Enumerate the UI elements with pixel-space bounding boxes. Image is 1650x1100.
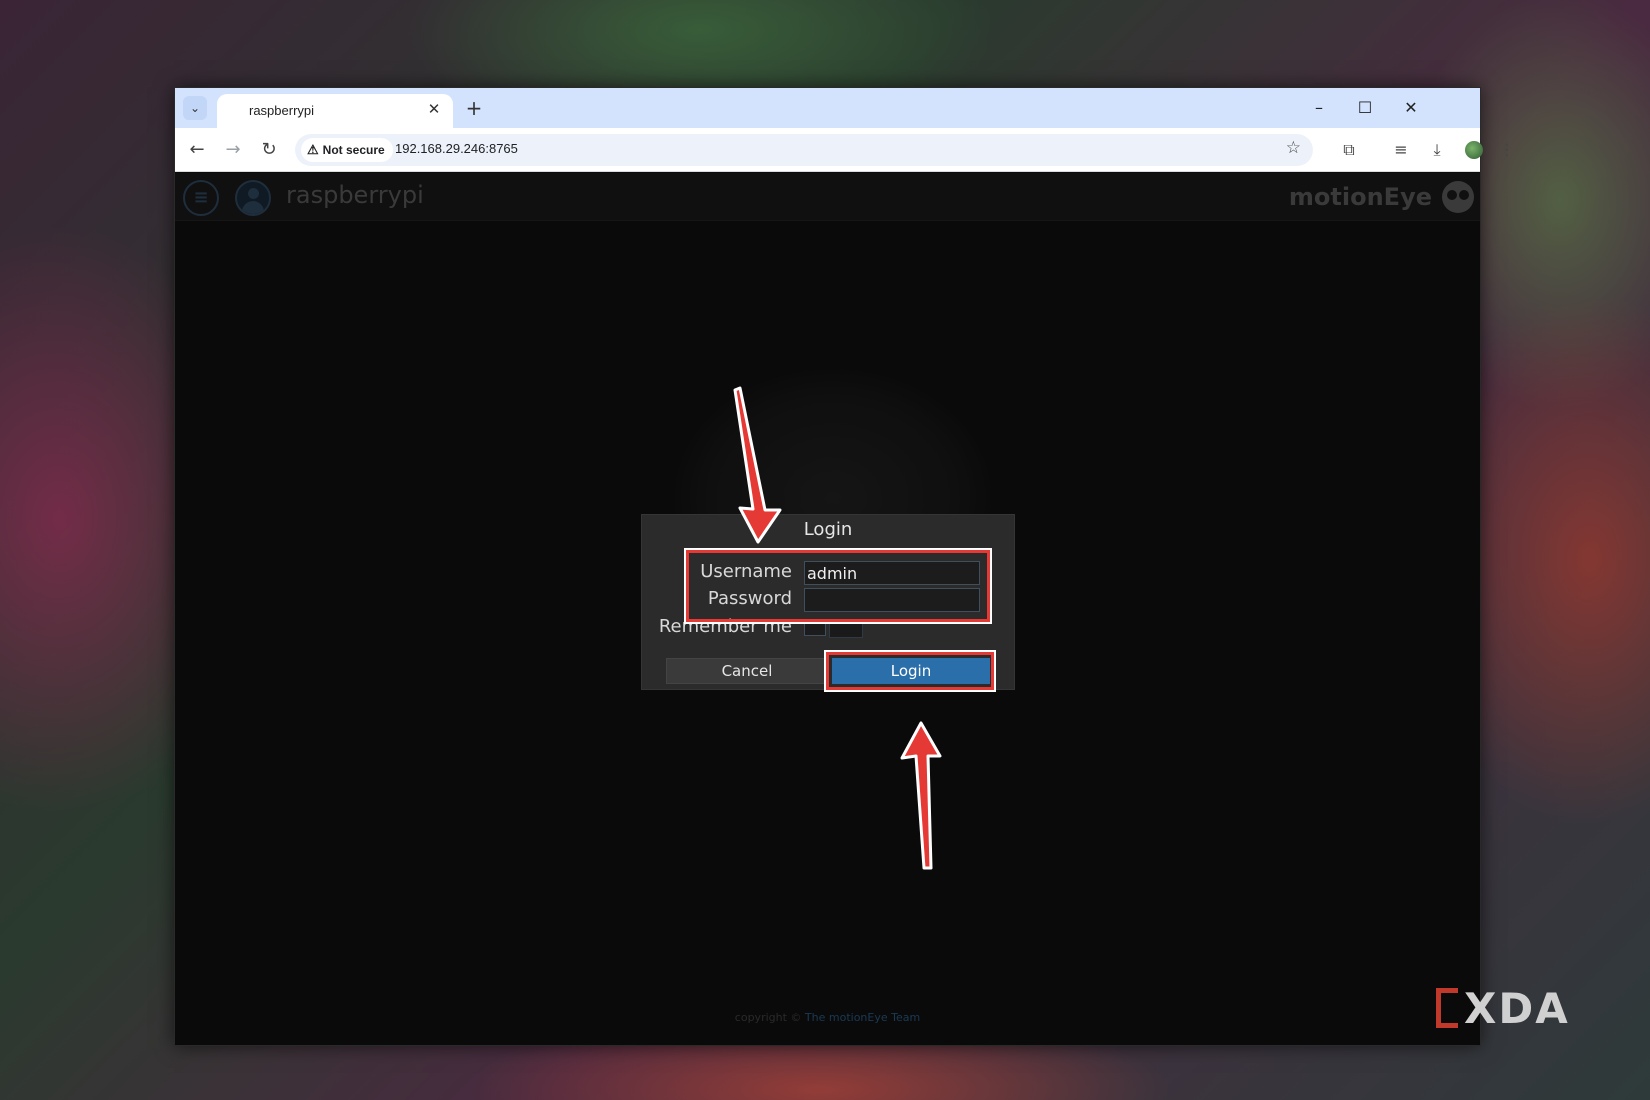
star-icon[interactable]: ☆	[1286, 138, 1301, 158]
dialog-title: Login	[803, 519, 853, 540]
extensions-icon[interactable]: ⧉	[1335, 136, 1363, 164]
tab-title: raspberrypi	[249, 103, 315, 118]
password-label: Password	[707, 588, 792, 609]
copyright-link[interactable]: The motionEye Team	[805, 1011, 920, 1024]
download-icon[interactable]: ⤓	[1423, 136, 1451, 164]
login-dialog: Login Username Password Remember me Canc…	[641, 514, 1015, 692]
maximize-icon[interactable]: ☐	[1345, 94, 1385, 122]
address-bar[interactable]: ⚠ Not secure 192.168.29.246:8765 ☆	[295, 134, 1313, 166]
tab-search-icon[interactable]: ⌄	[183, 96, 207, 120]
back-icon[interactable]: ←	[183, 136, 211, 164]
warning-icon: ⚠	[307, 142, 319, 157]
tab-close-icon[interactable]: ✕	[425, 101, 443, 119]
user-icon[interactable]	[235, 180, 271, 216]
password-input[interactable]	[804, 588, 980, 612]
remember-me-label: Remember me	[658, 616, 792, 637]
cancel-button[interactable]: Cancel	[666, 658, 828, 684]
forward-icon[interactable]: →	[219, 136, 247, 164]
url-text[interactable]: 192.168.29.246:8765	[395, 141, 518, 156]
watermark-text: XDA	[1464, 983, 1570, 1033]
new-tab-button[interactable]: +	[461, 95, 487, 121]
browser-toolbar: ← → ↻ ⚠ Not secure 192.168.29.246:8765 ☆…	[175, 128, 1515, 172]
xda-bracket-icon	[1436, 988, 1458, 1028]
motioneye-page: ≡ raspberrypi motionEye Login Username P…	[175, 173, 1480, 1045]
login-button[interactable]: Login	[832, 658, 990, 684]
host-title: raspberrypi	[286, 181, 424, 209]
username-label: Username	[700, 561, 792, 582]
motioneye-owl-icon	[1442, 181, 1474, 213]
browser-window: ⌄ raspberrypi ✕ + – ☐ ✕ ← → ↻ ⚠ Not secu…	[174, 87, 1515, 1046]
xda-watermark: XDA	[1436, 983, 1570, 1033]
copyright-footer: copyright © The motionEye Team	[175, 1011, 1480, 1024]
username-input[interactable]	[804, 561, 980, 585]
minimize-icon[interactable]: –	[1299, 94, 1339, 122]
copyright-text: copyright ©	[734, 1011, 802, 1024]
profile-icon[interactable]	[1465, 141, 1483, 159]
remember-me-checkbox[interactable]	[804, 620, 863, 638]
close-window-icon[interactable]: ✕	[1391, 94, 1431, 122]
tab-raspberrypi[interactable]: raspberrypi ✕	[217, 94, 453, 128]
tab-strip: ⌄ raspberrypi ✕ + – ☐ ✕	[175, 88, 1480, 128]
hamburger-menu-icon[interactable]: ≡	[183, 180, 219, 216]
security-chip[interactable]: ⚠ Not secure	[301, 138, 393, 162]
app-header: ≡ raspberrypi motionEye	[175, 173, 1480, 221]
security-label: Not secure	[322, 143, 385, 157]
media-icon[interactable]: ≡	[1387, 136, 1415, 164]
reload-icon[interactable]: ↻	[255, 136, 283, 164]
more-menu-icon[interactable]: ⋮	[1493, 136, 1521, 164]
brand-name: motionEye	[1288, 183, 1432, 211]
